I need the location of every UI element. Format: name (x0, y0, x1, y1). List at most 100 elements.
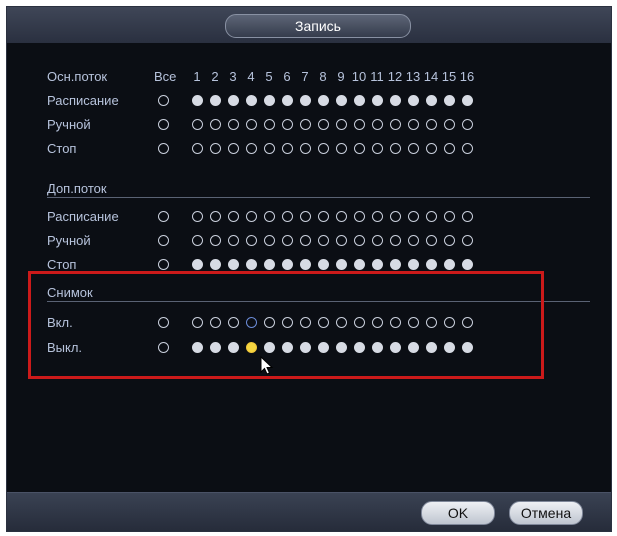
channel-radio[interactable] (264, 235, 275, 246)
channel-radio[interactable] (192, 211, 203, 222)
channel-radio[interactable] (318, 259, 329, 270)
channel-radio[interactable] (426, 95, 437, 106)
channel-radio[interactable] (246, 211, 257, 222)
channel-radio[interactable] (462, 95, 473, 106)
channel-radio[interactable] (228, 211, 239, 222)
channel-radio[interactable] (210, 143, 221, 154)
channel-radio[interactable] (372, 119, 383, 130)
channel-radio[interactable] (426, 143, 437, 154)
channel-radio[interactable] (282, 143, 293, 154)
channel-radio[interactable] (336, 143, 347, 154)
channel-radio[interactable] (300, 259, 311, 270)
channel-radio[interactable] (210, 259, 221, 270)
channel-radio[interactable] (462, 259, 473, 270)
all-channels-radio[interactable] (158, 119, 169, 130)
channel-radio[interactable] (210, 211, 221, 222)
channel-radio[interactable] (318, 235, 329, 246)
channel-radio[interactable] (210, 119, 221, 130)
channel-radio[interactable] (426, 235, 437, 246)
channel-radio[interactable] (354, 259, 365, 270)
channel-radio[interactable] (246, 235, 257, 246)
channel-radio[interactable] (192, 235, 203, 246)
channel-radio[interactable] (246, 143, 257, 154)
channel-radio[interactable] (192, 95, 203, 106)
channel-radio[interactable] (192, 119, 203, 130)
channel-radio[interactable] (264, 143, 275, 154)
channel-radio[interactable] (462, 235, 473, 246)
channel-radio[interactable] (390, 211, 401, 222)
channel-radio[interactable] (444, 259, 455, 270)
channel-radio[interactable] (354, 95, 365, 106)
all-channels-radio[interactable] (158, 259, 169, 270)
channel-radio[interactable] (228, 95, 239, 106)
channel-radio[interactable] (282, 235, 293, 246)
channel-radio[interactable] (228, 235, 239, 246)
all-channels-radio[interactable] (158, 143, 169, 154)
channel-radio[interactable] (210, 235, 221, 246)
channel-radio[interactable] (408, 95, 419, 106)
channel-radio[interactable] (264, 259, 275, 270)
channel-radio[interactable] (264, 211, 275, 222)
channel-radio[interactable] (210, 95, 221, 106)
channel-radio[interactable] (300, 211, 311, 222)
channel-radio[interactable] (228, 143, 239, 154)
channel-radio[interactable] (246, 259, 257, 270)
channel-radio[interactable] (192, 143, 203, 154)
channel-radio[interactable] (318, 211, 329, 222)
channel-radio[interactable] (246, 119, 257, 130)
channel-radio[interactable] (408, 259, 419, 270)
channel-radio[interactable] (336, 119, 347, 130)
channel-radio[interactable] (228, 119, 239, 130)
channel-radio[interactable] (408, 235, 419, 246)
channel-radio[interactable] (264, 95, 275, 106)
channel-radio[interactable] (372, 235, 383, 246)
channel-radio[interactable] (336, 235, 347, 246)
channel-radio[interactable] (426, 211, 437, 222)
channel-radio[interactable] (462, 119, 473, 130)
channel-radio[interactable] (300, 95, 311, 106)
channel-radio[interactable] (300, 235, 311, 246)
channel-radio[interactable] (300, 119, 311, 130)
channel-radio[interactable] (282, 211, 293, 222)
channel-radio[interactable] (444, 211, 455, 222)
channel-radio[interactable] (282, 259, 293, 270)
channel-radio[interactable] (354, 235, 365, 246)
channel-radio[interactable] (192, 259, 203, 270)
ok-button[interactable]: OK (421, 501, 495, 525)
channel-radio[interactable] (354, 143, 365, 154)
channel-radio[interactable] (444, 143, 455, 154)
channel-radio[interactable] (408, 119, 419, 130)
channel-radio[interactable] (354, 119, 365, 130)
channel-radio[interactable] (336, 95, 347, 106)
channel-radio[interactable] (408, 143, 419, 154)
channel-radio[interactable] (282, 119, 293, 130)
channel-radio[interactable] (318, 119, 329, 130)
cancel-button[interactable]: Отмена (509, 501, 583, 525)
channel-radio[interactable] (372, 211, 383, 222)
channel-radio[interactable] (390, 95, 401, 106)
channel-radio[interactable] (444, 119, 455, 130)
channel-radio[interactable] (444, 235, 455, 246)
channel-radio[interactable] (390, 143, 401, 154)
channel-radio[interactable] (426, 259, 437, 270)
all-channels-radio[interactable] (158, 235, 169, 246)
channel-radio[interactable] (228, 259, 239, 270)
channel-radio[interactable] (264, 119, 275, 130)
channel-radio[interactable] (354, 211, 365, 222)
all-channels-radio[interactable] (158, 95, 169, 106)
channel-radio[interactable] (372, 95, 383, 106)
channel-radio[interactable] (426, 119, 437, 130)
channel-radio[interactable] (336, 211, 347, 222)
channel-radio[interactable] (372, 143, 383, 154)
channel-radio[interactable] (318, 143, 329, 154)
all-channels-radio[interactable] (158, 211, 169, 222)
channel-radio[interactable] (408, 211, 419, 222)
channel-radio[interactable] (444, 95, 455, 106)
channel-radio[interactable] (390, 235, 401, 246)
channel-radio[interactable] (336, 259, 347, 270)
channel-radio[interactable] (390, 119, 401, 130)
channel-radio[interactable] (318, 95, 329, 106)
channel-radio[interactable] (462, 143, 473, 154)
channel-radio[interactable] (300, 143, 311, 154)
channel-radio[interactable] (282, 95, 293, 106)
